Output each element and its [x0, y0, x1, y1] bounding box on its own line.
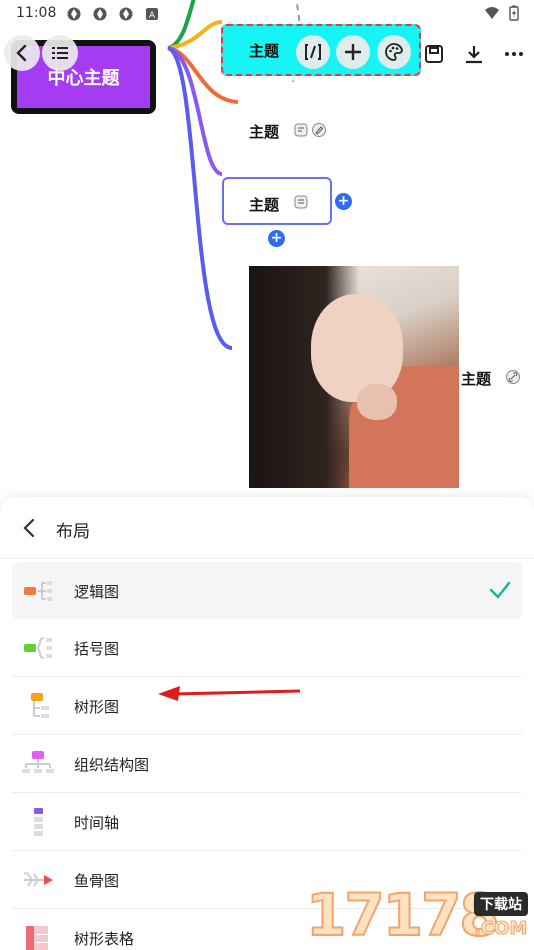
more-icon: [505, 52, 523, 56]
timeline-icon: [34, 808, 43, 836]
add-sibling-button[interactable]: +: [268, 230, 285, 247]
sheet-header: 布局: [0, 497, 534, 559]
chevron-left-icon: [23, 518, 35, 538]
layout-label: 鱼骨图: [74, 872, 120, 890]
chevron-left-icon: [16, 44, 27, 62]
style-button[interactable]: [377, 35, 411, 69]
layout-option-logic[interactable]: 逻辑图: [12, 562, 522, 619]
watermark-badge: 下载站: [474, 892, 528, 916]
layout-label: 组织结构图: [74, 756, 150, 774]
topic-label[interactable]: 主题: [249, 40, 279, 61]
layout-option-bracket[interactable]: 括号图: [12, 619, 522, 677]
download-icon: [466, 46, 482, 64]
add-icon: [345, 44, 361, 60]
edit-icon[interactable]: [312, 123, 326, 137]
image-face: [311, 294, 403, 402]
bracket-map-icon: [24, 637, 52, 659]
fishbone-icon: [24, 872, 53, 887]
layout-label: 时间轴: [74, 814, 120, 832]
add-topic-button[interactable]: [336, 35, 370, 69]
org-chart-icon: [22, 751, 54, 773]
palette-icon: [385, 43, 403, 61]
topic-label[interactable]: 主题: [249, 194, 279, 215]
formula-icon: [305, 44, 321, 60]
topic-label[interactable]: 主题: [249, 121, 279, 142]
save-button[interactable]: [420, 40, 448, 68]
list-icon: [52, 47, 68, 59]
branch-line: [167, 46, 223, 176]
back-button[interactable]: [4, 35, 40, 71]
layout-label: 树形表格: [74, 930, 135, 948]
save-icon: [425, 45, 443, 63]
watermark-domain: .COM: [473, 918, 528, 940]
layout-option-timeline[interactable]: 时间轴: [12, 793, 522, 851]
download-button[interactable]: [460, 40, 488, 68]
comment-icon[interactable]: [294, 195, 308, 209]
annotation-arrow-icon: [158, 686, 301, 701]
logic-map-icon: [24, 581, 52, 601]
formula-button[interactable]: [296, 35, 330, 69]
link-icon[interactable]: [506, 370, 520, 384]
layout-label: 树形图: [74, 698, 120, 716]
layout-label: 括号图: [74, 640, 120, 658]
watermark-number: 17178: [305, 880, 501, 950]
check-icon: [489, 581, 511, 599]
image-hand: [357, 384, 397, 420]
sheet-back-button[interactable]: [16, 515, 42, 541]
tree-map-icon: [31, 693, 49, 718]
layout-label: 逻辑图: [74, 583, 120, 601]
layout-option-org[interactable]: 组织结构图: [12, 735, 522, 793]
more-button[interactable]: [500, 40, 528, 68]
add-child-button[interactable]: +: [335, 193, 352, 210]
outline-button[interactable]: [42, 35, 78, 71]
watermark-logo: 17178 下载站 .COM: [305, 866, 534, 950]
tree-table-icon: [26, 926, 48, 950]
note-icon[interactable]: [294, 123, 308, 137]
topic-image[interactable]: [249, 266, 459, 488]
topic-label[interactable]: 主题: [461, 368, 491, 389]
sheet-title: 布局: [56, 522, 90, 542]
